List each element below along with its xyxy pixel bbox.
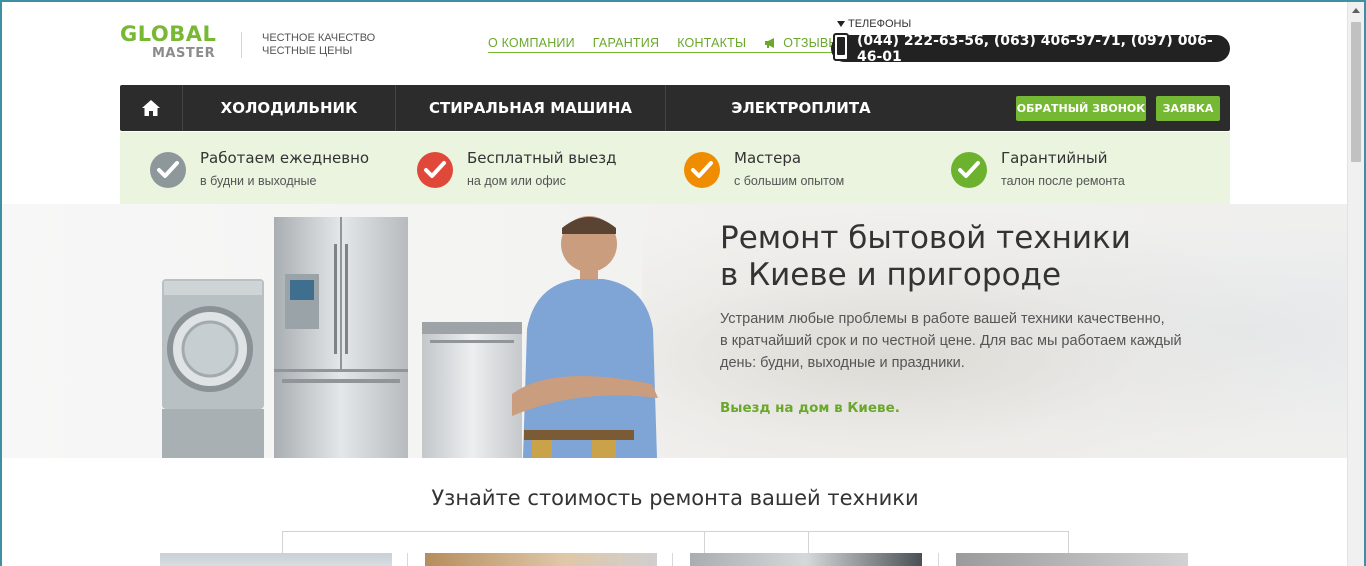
- feature-subtitle: в будни и выходные: [200, 174, 317, 188]
- hero-description-line2: в кратчайший срок и по честной цене. Для…: [720, 333, 1182, 349]
- feature-free-visit: Бесплатный выезд на дом или офис: [387, 132, 654, 204]
- top-nav: О КОМПАНИИ ГАРАНТИЯ КОНТАКТЫ ОТЗЫВЫ: [488, 36, 840, 53]
- feature-daily: Работаем ежедневно в будни и выходные: [120, 132, 387, 204]
- vertical-scrollbar[interactable]: [1347, 2, 1364, 566]
- feature-subtitle: талон после ремонта: [1001, 174, 1125, 188]
- scrollbar-thumb[interactable]: [1351, 22, 1361, 162]
- tagline: ЧЕСТНОЕ КАЧЕСТВО ЧЕСТНЫЕ ЦЕНЫ: [262, 32, 375, 58]
- phone-numbers[interactable]: (044) 222-63-56, (063) 406-97-71, (097) …: [831, 32, 1230, 65]
- appliance-thumbnail[interactable]: [690, 553, 922, 566]
- logo-line1: GLOBAL: [120, 22, 217, 46]
- hero-description-line1: Устраним любые проблемы в работе вашей т…: [720, 311, 1165, 327]
- nav-item-washing-machine[interactable]: СТИРАЛЬНАЯ МАШИНА: [396, 85, 666, 131]
- phone-numbers-text: (044) 222-63-56, (063) 406-97-71, (097) …: [857, 32, 1213, 65]
- home-button[interactable]: [120, 85, 183, 131]
- check-icon: [951, 152, 987, 188]
- divider: [407, 553, 408, 566]
- nav-link-contacts[interactable]: КОНТАКТЫ: [677, 36, 746, 50]
- tagline-line2: ЧЕСТНЫЕ ЦЕНЫ: [262, 45, 353, 57]
- section-title: Узнайте стоимость ремонта вашей техники: [431, 486, 919, 510]
- nav-link-reviews[interactable]: ОТЗЫВЫ: [764, 36, 839, 50]
- connector-lines: [282, 531, 1069, 554]
- feature-title: Гарантийный: [1001, 149, 1108, 167]
- nav-item-stove[interactable]: ЭЛЕКТРОПЛИТА: [666, 85, 936, 131]
- page: GLOBAL MASTER ЧЕСТНОЕ КАЧЕСТВО ЧЕСТНЫЕ Ц…: [2, 2, 1347, 566]
- feature-title: Мастера: [734, 149, 802, 167]
- connector-line: [704, 532, 705, 554]
- check-icon: [417, 152, 453, 188]
- pricing-section: Узнайте стоимость ремонта вашей техники: [120, 458, 1230, 566]
- request-button[interactable]: ЗАЯВКА: [1156, 96, 1220, 121]
- logo-divider: [241, 32, 242, 58]
- hero-title: Ремонт бытовой техники в Киеве и пригоро…: [720, 220, 1131, 294]
- appliance-thumbnail[interactable]: [160, 553, 392, 566]
- phones-label: ТЕЛЕФОНЫ: [848, 18, 912, 30]
- appliances-and-technician-image: [162, 216, 658, 458]
- nav-link-warranty[interactable]: ГАРАНТИЯ: [593, 36, 659, 50]
- mobile-phone-icon: [833, 33, 849, 61]
- divider: [672, 553, 673, 566]
- feature-subtitle: с большим опытом: [734, 174, 845, 188]
- caret-down-icon: [837, 21, 845, 27]
- hero-banner: Ремонт бытовой техники в Киеве и пригоро…: [2, 204, 1347, 458]
- hero-title-line2: в Киеве и пригороде: [720, 257, 1062, 293]
- feature-title: Работаем ежедневно: [200, 149, 370, 167]
- check-icon: [150, 152, 186, 188]
- phones-toggle[interactable]: ТЕЛЕФОНЫ: [837, 18, 911, 30]
- appliance-thumbnail[interactable]: [956, 553, 1188, 566]
- nav-link-about[interactable]: О КОМПАНИИ: [488, 36, 575, 50]
- hero-description-line3: день: будни, выходные и праздники.: [720, 355, 965, 371]
- feature-title: Бесплатный выезд: [467, 149, 617, 167]
- appliance-thumbnail[interactable]: [425, 553, 657, 566]
- scroll-up-icon[interactable]: [1352, 8, 1360, 13]
- connector-line: [808, 532, 809, 554]
- tagline-line1: ЧЕСТНОЕ КАЧЕСТВО: [262, 32, 376, 44]
- home-icon: [142, 100, 160, 116]
- features-bar: Работаем ежедневно в будни и выходные Бе…: [120, 132, 1230, 204]
- feature-subtitle: на дом или офис: [467, 174, 566, 188]
- feature-masters: Мастера с большим опытом: [654, 132, 921, 204]
- hero-cta[interactable]: Выезд на дом в Киеве.: [720, 400, 900, 416]
- logo[interactable]: GLOBAL MASTER: [120, 22, 216, 62]
- hero-title-line1: Ремонт бытовой техники: [720, 220, 1131, 256]
- check-icon: [684, 152, 720, 188]
- logo-line2: MASTER: [152, 46, 216, 61]
- main-nav: ХОЛОДИЛЬНИК СТИРАЛЬНАЯ МАШИНА ЭЛЕКТРОПЛИ…: [120, 85, 1230, 131]
- nav-item-refrigerator[interactable]: ХОЛОДИЛЬНИК: [183, 85, 396, 131]
- divider: [938, 553, 939, 566]
- callback-button[interactable]: ОБРАТНЫЙ ЗВОНОК: [1016, 96, 1146, 121]
- hero-description: Устраним любые проблемы в работе вашей т…: [720, 308, 1210, 374]
- feature-warranty: Гарантийный талон после ремонта: [921, 132, 1188, 204]
- megaphone-icon: [765, 38, 775, 48]
